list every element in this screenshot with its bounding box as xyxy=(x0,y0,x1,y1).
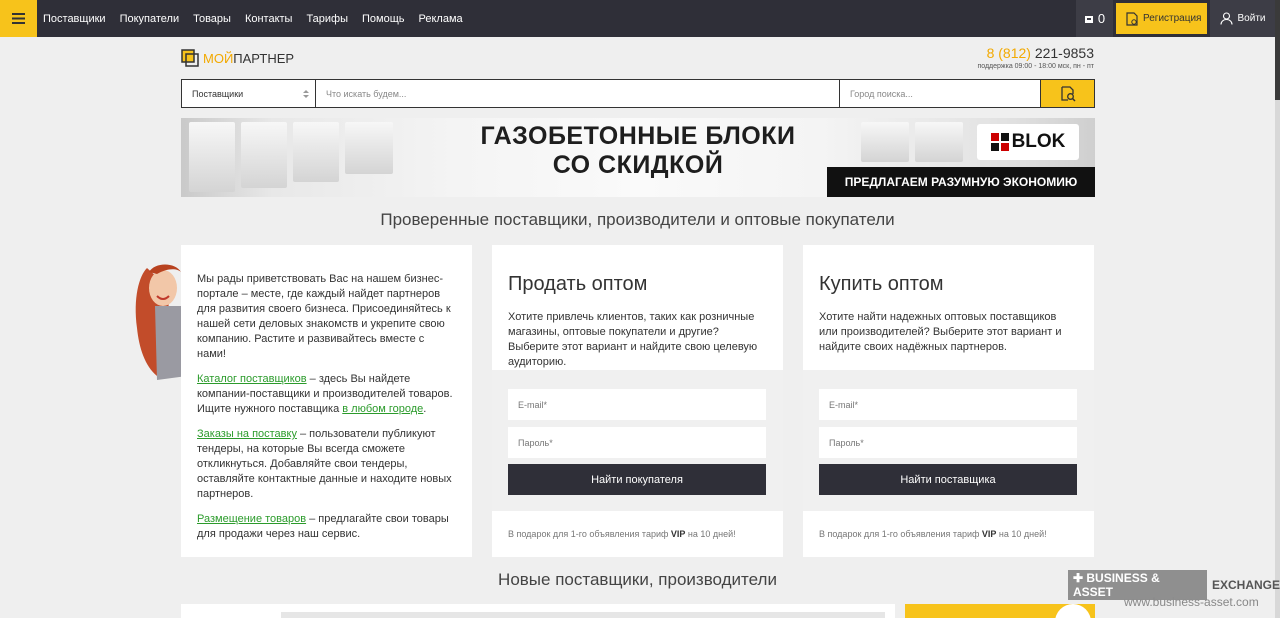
search-input[interactable]: Что искать будем... xyxy=(316,80,840,107)
sell-gift-note: В подарок для 1-го объявления тариф VIP … xyxy=(508,529,736,539)
nav-item-ads[interactable]: Реклама xyxy=(419,13,463,25)
logo-text-part2: ПАРТНЕР xyxy=(233,50,295,66)
sell-title: Продать оптом xyxy=(508,273,648,295)
scrollbar-thumb[interactable] xyxy=(1275,0,1280,100)
login-label: Войти xyxy=(1237,13,1266,24)
goods-paragraph: Размещение товаров – предлагайте свои то… xyxy=(197,513,449,540)
user-icon xyxy=(1219,12,1233,25)
category-select[interactable]: Поставщики xyxy=(182,80,316,107)
search-icon xyxy=(1060,85,1076,102)
nav-item-suppliers[interactable]: Поставщики xyxy=(43,13,106,25)
buy-description: Хотите найти надежных оптовых поставщико… xyxy=(819,311,1062,353)
phone-number[interactable]: 8 (812) 221-9853 xyxy=(977,45,1094,61)
sell-password-field[interactable]: Пароль* xyxy=(508,427,766,458)
city-input[interactable]: Город поиска... xyxy=(840,80,1040,107)
logo-text-part1: МОЙ xyxy=(203,50,234,66)
banner-tagline: ПРЕДЛАГАЕМ РАЗУМНУЮ ЭКОНОМИЮ xyxy=(827,167,1095,197)
updown-arrows-icon xyxy=(303,89,309,98)
support-hours: поддержка 09:00 - 18:00 мск, пн - пт xyxy=(977,63,1094,70)
nav-item-help[interactable]: Помощь xyxy=(362,13,405,25)
logo-icon xyxy=(181,49,199,67)
cart-count: 0 xyxy=(1097,11,1106,26)
register-label: Регистрация xyxy=(1143,13,1202,24)
sell-email-field[interactable]: E-mail* xyxy=(508,389,766,420)
search-button[interactable] xyxy=(1040,80,1094,107)
buy-email-field[interactable]: E-mail* xyxy=(819,389,1077,420)
cart-button[interactable]: 0 xyxy=(1076,0,1113,37)
goods-placement-link[interactable]: Размещение товаров xyxy=(197,513,306,525)
cart-icon xyxy=(1084,15,1093,23)
find-buyer-button[interactable]: Найти покупателя xyxy=(508,464,766,495)
phone-block: 8 (812) 221-9853 поддержка 09:00 - 18:00… xyxy=(977,45,1094,70)
orders-paragraph: Заказы на поставку – пользователи публик… xyxy=(197,428,452,500)
nav-item-tariffs[interactable]: Тарифы xyxy=(306,13,348,25)
promo-panel[interactable] xyxy=(905,604,1095,618)
sell-description: Хотите привлечь клиентов, таких как розн… xyxy=(508,311,758,368)
orders-link[interactable]: Заказы на поставку xyxy=(197,428,297,440)
nav-item-goods[interactable]: Товары xyxy=(193,13,231,25)
login-button[interactable]: Войти xyxy=(1210,0,1275,37)
intro-card: Мы рады приветствовать Вас на нашем бизн… xyxy=(181,245,472,557)
banner-brand-logo: BLOK xyxy=(977,124,1079,160)
section-title: Проверенные поставщики, производители и … xyxy=(380,210,895,229)
nav-item-buyers[interactable]: Покупатели xyxy=(120,13,180,25)
sell-card: Продать оптом Хотите привлечь клиентов, … xyxy=(492,245,783,557)
page-scrollbar[interactable] xyxy=(1275,0,1280,618)
new-suppliers-panel xyxy=(181,604,895,618)
welcome-text: Мы рады приветствовать Вас на нашем бизн… xyxy=(197,273,451,360)
document-icon xyxy=(1126,11,1138,26)
main-nav: Поставщики Покупатели Товары Контакты Та… xyxy=(43,0,477,37)
catalog-paragraph: Каталог поставщиков – здесь Вы найдете к… xyxy=(197,373,453,415)
find-supplier-button[interactable]: Найти поставщика xyxy=(819,464,1077,495)
nav-item-contacts[interactable]: Контакты xyxy=(245,13,293,25)
catalog-link[interactable]: Каталог поставщиков xyxy=(197,373,307,385)
category-select-value: Поставщики xyxy=(192,88,244,99)
register-button[interactable]: Регистрация xyxy=(1116,3,1207,34)
ad-banner[interactable]: ГАЗОБЕТОННЫЕ БЛОКИ СО СКИДКОЙ BLOK ПРЕДЛ… xyxy=(181,118,1095,197)
top-navbar: Поставщики Покупатели Товары Контакты Та… xyxy=(0,0,1275,37)
buy-password-field[interactable]: Пароль* xyxy=(819,427,1077,458)
buy-gift-note: В подарок для 1-го объявления тариф VIP … xyxy=(819,529,1047,539)
buy-card: Купить оптом Хотите найти надежных оптов… xyxy=(803,245,1094,557)
search-bar: Поставщики Что искать будем... Город пои… xyxy=(181,79,1095,108)
menu-icon[interactable] xyxy=(0,0,37,37)
buy-title: Купить оптом xyxy=(819,273,944,295)
brand-squares-icon xyxy=(990,133,1009,151)
any-city-link[interactable]: в любом городе xyxy=(342,403,423,415)
site-logo[interactable]: МОЙПАРТНЕР xyxy=(181,49,294,67)
watermark-url: www.business-asset.com xyxy=(1124,595,1259,609)
